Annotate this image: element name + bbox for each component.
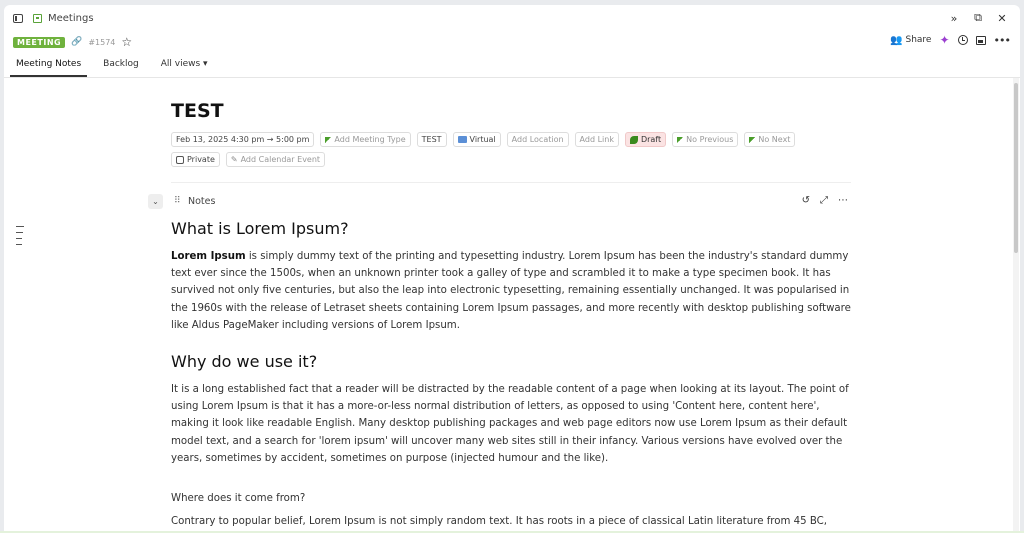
link-chip[interactable]: Add Link xyxy=(574,132,619,147)
meeting-type-label: Add Meeting Type xyxy=(334,135,406,144)
collapse-chevron-icon[interactable]: ⌄ xyxy=(148,194,163,209)
status-label: Draft xyxy=(640,135,662,144)
mode-label: Virtual xyxy=(469,135,496,144)
checkbox-icon xyxy=(176,155,184,164)
next-label: No Next xyxy=(758,135,791,144)
tab-all-views-label: All views xyxy=(160,59,201,69)
drag-handle-icon[interactable]: ⠿ xyxy=(174,196,181,206)
leaf-icon xyxy=(629,135,638,144)
paragraph-1: Lorem Ipsum is simply dummy text of the … xyxy=(171,248,851,334)
side-panel-icon[interactable] xyxy=(13,14,23,23)
meeting-window: Meetings » ⧉ ✕ MEETING 🔗 #1574 ☆ 👥 Share… xyxy=(4,5,1020,533)
tag-chip[interactable]: TEST xyxy=(416,132,447,147)
history-icon[interactable] xyxy=(957,35,968,45)
close-icon[interactable]: ✕ xyxy=(994,10,1010,26)
expand-panel-icon[interactable]: » xyxy=(946,10,962,26)
share-label: Share xyxy=(905,35,932,45)
view-tabs: Meeting Notes Backlog All views ▾ xyxy=(10,55,214,78)
people-icon: 👥 xyxy=(890,34,903,46)
heading-why-use: Why do we use it? xyxy=(171,352,318,372)
outline-line[interactable] xyxy=(16,238,22,239)
scrollbar-thumb[interactable] xyxy=(1014,83,1018,253)
tab-backlog[interactable]: Backlog xyxy=(97,55,145,75)
main-content: TEST Feb 13, 2025 4:30 pm → 5:00 pm Add … xyxy=(4,78,1010,533)
more-options-icon[interactable]: ••• xyxy=(994,34,1011,47)
outline-line[interactable] xyxy=(16,232,23,233)
flag-icon xyxy=(749,136,756,143)
outline-line[interactable] xyxy=(16,226,24,227)
window-controls: » ⧉ ✕ xyxy=(946,10,1010,26)
location-chip[interactable]: Add Location xyxy=(506,132,569,147)
ai-sparkle-icon[interactable]: ✦ xyxy=(939,33,949,47)
previous-chip[interactable]: No Previous xyxy=(672,132,739,147)
star-icon[interactable]: ☆ xyxy=(121,35,132,49)
notes-header: ⌄ ⠿ Notes ↺ ⤢ ⋯ xyxy=(148,192,848,210)
outline-line[interactable] xyxy=(16,244,22,245)
open-fullpage-icon[interactable]: ⧉ xyxy=(970,10,986,26)
monitor-icon xyxy=(457,136,467,143)
privacy-chip[interactable]: Private xyxy=(171,152,220,167)
section-divider xyxy=(171,182,851,183)
privacy-label: Private xyxy=(187,155,215,164)
cover-image-icon[interactable] xyxy=(975,35,986,45)
item-id[interactable]: #1574 xyxy=(88,38,115,47)
paragraph-1-text: is simply dummy text of the printing and… xyxy=(171,251,851,331)
calendar-event-label: Add Calendar Event xyxy=(240,155,321,164)
scrollbar[interactable] xyxy=(1013,78,1019,533)
previous-label: No Previous xyxy=(686,135,734,144)
heading-where-from: Where does it come from? xyxy=(171,493,306,505)
breadcrumb[interactable]: Meetings xyxy=(48,13,94,24)
item-type-badge: MEETING xyxy=(13,36,66,48)
item-identity: MEETING 🔗 #1574 ☆ xyxy=(13,35,132,49)
paragraph-2: It is a long established fact that a rea… xyxy=(171,384,849,464)
flag-icon xyxy=(325,136,332,143)
chevron-down-icon: ▾ xyxy=(203,59,208,69)
meetings-app-icon xyxy=(33,14,42,23)
share-button[interactable]: 👥 Share xyxy=(890,35,931,46)
window-topbar: Meetings » ⧉ ✕ xyxy=(4,5,1020,33)
properties-bar: Feb 13, 2025 4:30 pm → 5:00 pm Add Meeti… xyxy=(171,132,811,167)
expand-icon[interactable]: ⤢ xyxy=(820,195,828,206)
date-range-chip[interactable]: Feb 13, 2025 4:30 pm → 5:00 pm xyxy=(171,132,315,147)
mode-chip[interactable]: Virtual xyxy=(452,132,501,147)
heading-what-is: What is Lorem Ipsum? xyxy=(171,219,349,238)
page-title[interactable]: TEST xyxy=(171,100,224,122)
notes-document[interactable]: What is Lorem Ipsum? Lorem Ipsum is simp… xyxy=(171,219,851,533)
status-chip[interactable]: Draft xyxy=(624,132,667,147)
meeting-type-chip[interactable]: Add Meeting Type xyxy=(320,132,411,147)
calendar-event-chip[interactable]: ✎ Add Calendar Event xyxy=(225,152,326,167)
link-icon[interactable]: 🔗 xyxy=(71,37,82,47)
tab-meeting-notes[interactable]: Meeting Notes xyxy=(10,55,88,77)
pencil-icon: ✎ xyxy=(230,155,238,164)
outline-minimap[interactable] xyxy=(16,226,24,250)
paragraph-1-bold: Lorem Ipsum xyxy=(171,251,246,262)
flag-icon xyxy=(677,136,684,143)
paragraph-3: Contrary to popular belief, Lorem Ipsum … xyxy=(171,516,828,528)
item-actions: 👥 Share ✦ ••• xyxy=(890,33,1011,47)
notes-toolbar: ↺ ⤢ ⋯ xyxy=(802,195,848,206)
history-icon[interactable]: ↺ xyxy=(802,195,810,206)
tab-all-views[interactable]: All views ▾ xyxy=(155,55,214,75)
notes-label: Notes xyxy=(188,196,216,207)
more-options-icon[interactable]: ⋯ xyxy=(838,195,848,206)
next-chip[interactable]: No Next xyxy=(744,132,796,147)
